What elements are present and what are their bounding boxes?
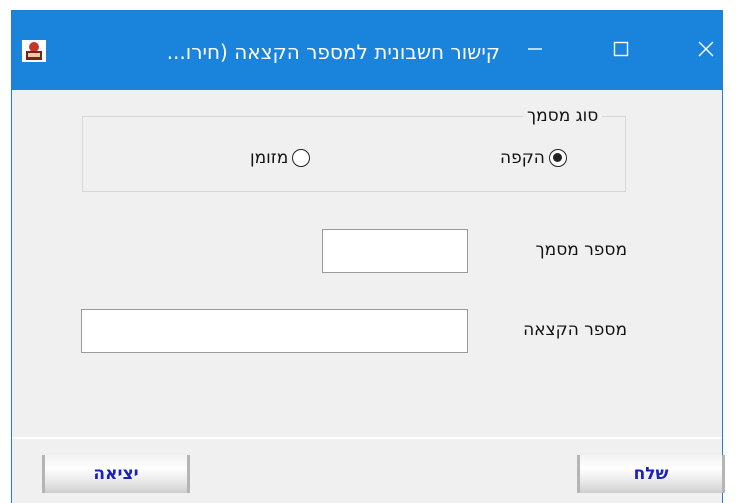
maximize-icon: [613, 41, 629, 61]
title-bar: קישור חשבונית למספר הקצאה (חירו...: [12, 11, 722, 90]
footer-divider: [12, 437, 722, 439]
allocation-number-input[interactable]: [81, 309, 468, 353]
allocation-number-label: מספר הקצאה: [523, 320, 627, 340]
radio-cash-label: מזומן: [250, 148, 289, 168]
dialog-window: קישור חשבונית למספר הקצאה (חירו... סוג מ…: [11, 10, 725, 503]
exit-button[interactable]: יציאה: [42, 455, 190, 493]
app-logo-icon: [22, 40, 46, 62]
radio-cash[interactable]: מזומן: [250, 148, 311, 168]
window-title: קישור חשבונית למספר הקצאה (חירו...: [166, 40, 500, 64]
minimize-icon: [527, 41, 543, 61]
radio-credit-label: הקפה: [500, 148, 545, 168]
radio-credit-circle[interactable]: [548, 149, 567, 167]
radio-cash-circle[interactable]: [292, 149, 311, 167]
close-icon: [698, 41, 714, 61]
radio-credit[interactable]: הקפה: [500, 148, 567, 168]
minimize-button[interactable]: [510, 31, 560, 71]
document-type-label: סוג מסמך: [523, 106, 603, 126]
document-number-input[interactable]: [322, 229, 468, 273]
document-number-label: מספר מסמך: [535, 240, 627, 260]
close-button[interactable]: [681, 31, 731, 71]
send-button[interactable]: שלח: [577, 455, 725, 493]
maximize-button[interactable]: [596, 31, 646, 71]
